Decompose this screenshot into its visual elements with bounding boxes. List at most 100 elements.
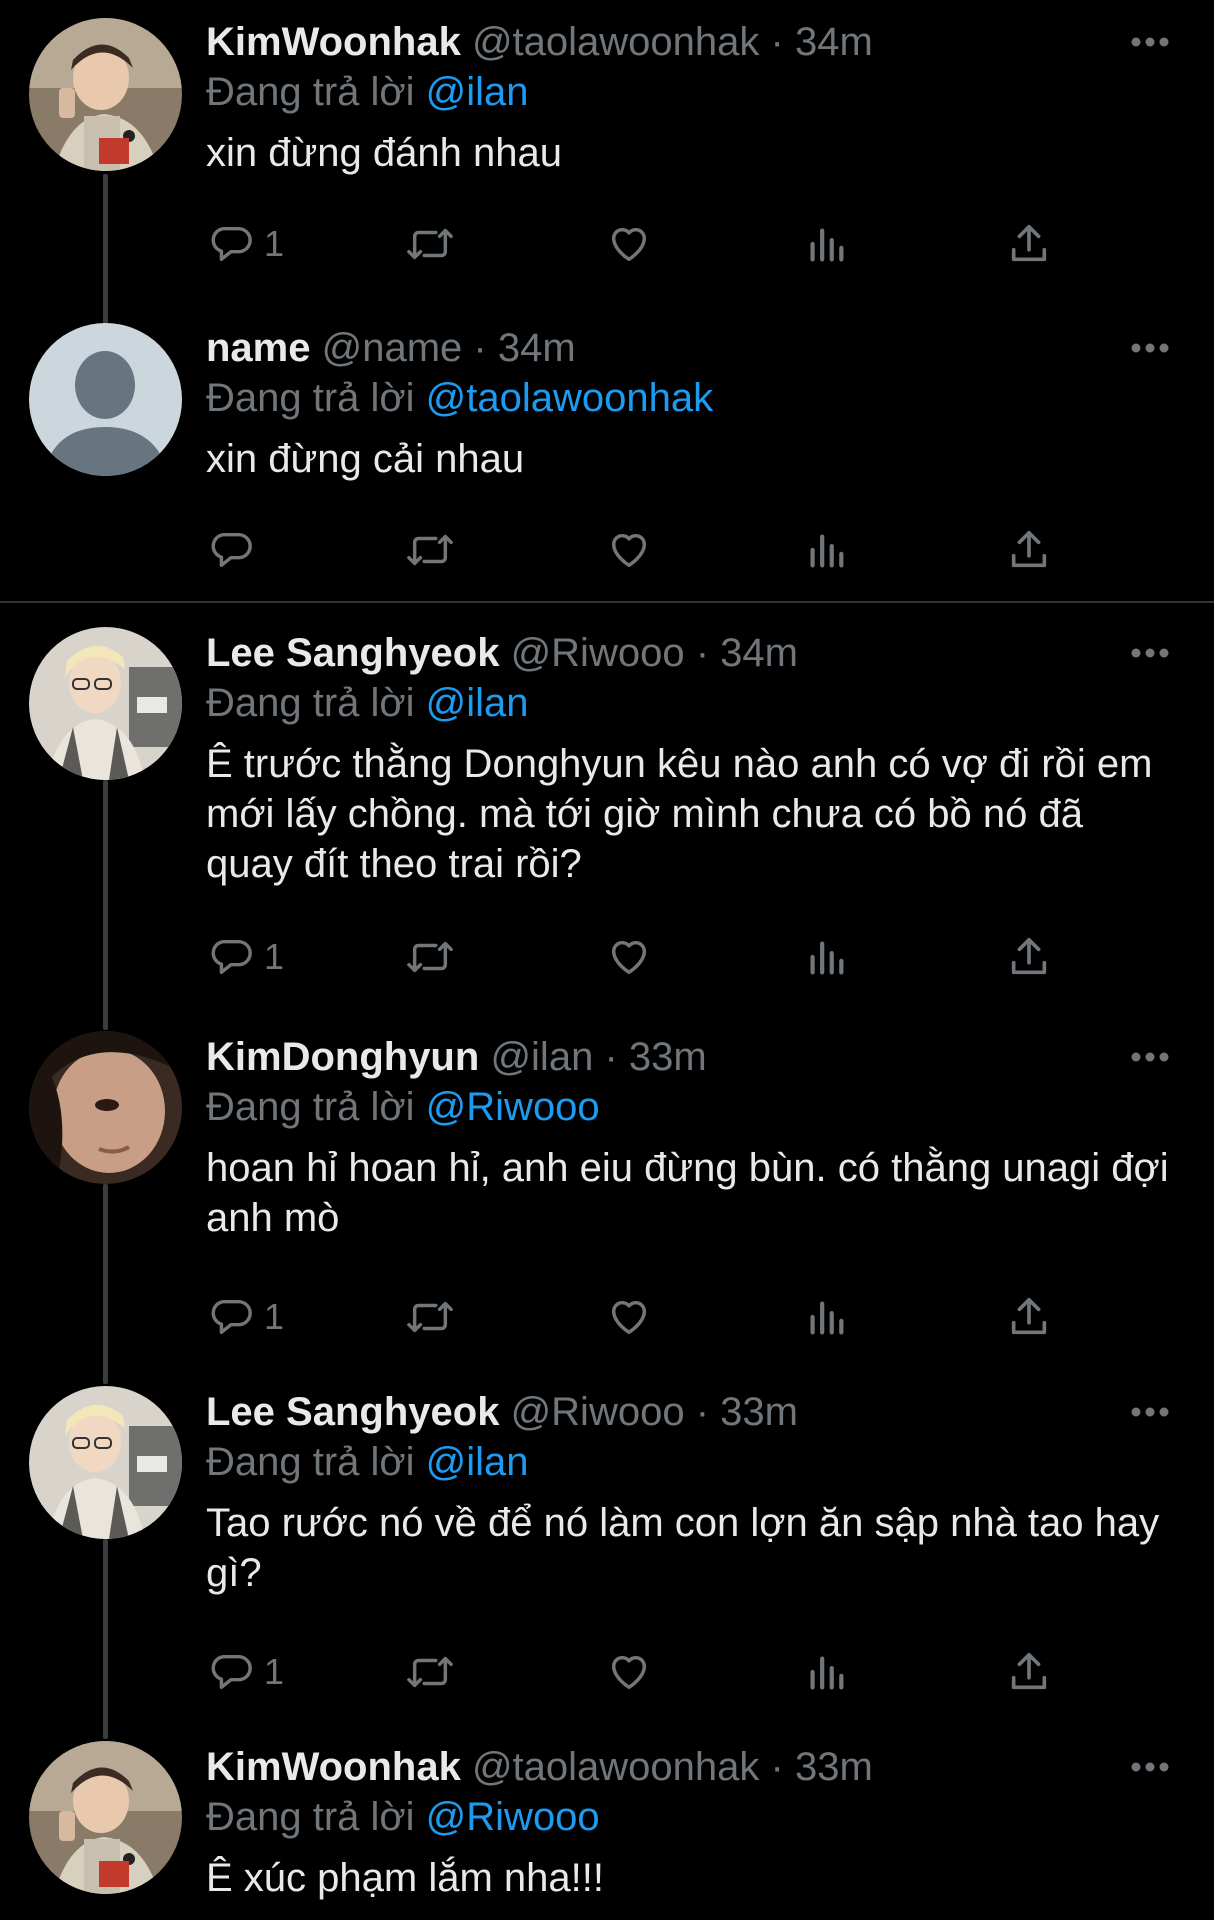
user-handle[interactable]: @taolawoonhak <box>472 20 759 64</box>
replying-to: Đang trả lời @ilan <box>206 675 529 731</box>
retweet-button[interactable] <box>404 1287 456 1347</box>
replying-to-label: Đang trả lời <box>206 681 415 725</box>
timestamp[interactable]: 34m <box>498 326 576 370</box>
more-options-button[interactable] <box>1126 1753 1174 1781</box>
retweet-button[interactable] <box>404 214 456 274</box>
reply-button[interactable]: 1 <box>208 1287 284 1347</box>
tweet[interactable]: KimWoonhak @taolawoonhak · 33m Đang trả … <box>0 1739 1214 1920</box>
more-horizontal-icon <box>1131 1762 1169 1772</box>
avatar[interactable] <box>29 1741 182 1894</box>
action-bar: 1 <box>206 1642 1066 1702</box>
thread-line <box>103 1539 108 1739</box>
user-handle[interactable]: @Riwooo <box>511 631 685 675</box>
share-button[interactable] <box>1006 1287 1052 1347</box>
heart-icon <box>611 227 647 262</box>
timestamp[interactable]: 33m <box>629 1035 707 1079</box>
display-name[interactable]: KimWoonhak <box>206 1745 461 1789</box>
avatar[interactable] <box>29 18 182 171</box>
more-horizontal-icon <box>1131 1407 1169 1417</box>
display-name[interactable]: KimWoonhak <box>206 20 461 64</box>
mention-link[interactable]: @ilan <box>426 1440 529 1484</box>
like-button[interactable] <box>606 214 652 274</box>
reply-button[interactable] <box>208 520 264 580</box>
tweet[interactable]: Lee Sanghyeok @Riwooo · 34m Đang trả lời… <box>0 625 1214 1030</box>
separator-dot: · <box>695 1390 710 1434</box>
mention-link[interactable]: @Riwooo <box>426 1795 600 1839</box>
share-upload-icon <box>1011 530 1047 568</box>
retweet-button[interactable] <box>404 520 456 580</box>
tweet-header: KimWoonhak @taolawoonhak · 34m <box>206 14 873 70</box>
thread-line <box>103 174 108 324</box>
share-button[interactable] <box>1006 214 1052 274</box>
tweet-header: Lee Sanghyeok @Riwooo · 34m <box>206 625 798 681</box>
separator-dot: · <box>770 20 784 64</box>
share-upload-icon <box>1011 224 1047 262</box>
views-button[interactable] <box>806 1287 846 1347</box>
share-button[interactable] <box>1006 927 1052 987</box>
heart-icon <box>611 1300 647 1335</box>
share-button[interactable] <box>1006 1642 1052 1702</box>
tweet[interactable]: KimWoonhak @taolawoonhak · 34m Đang trả … <box>0 14 1214 324</box>
action-bar: 1 <box>206 214 1066 274</box>
heart-icon <box>611 1655 647 1690</box>
views-button[interactable] <box>806 214 846 274</box>
reply-button[interactable]: 1 <box>208 214 284 274</box>
replying-to-label: Đang trả lời <box>206 1440 415 1484</box>
retweet-button[interactable] <box>404 927 456 987</box>
avatar[interactable] <box>29 627 182 780</box>
more-options-button[interactable] <box>1126 1398 1174 1426</box>
reply-bubble-icon <box>211 226 252 262</box>
more-options-button[interactable] <box>1126 639 1174 667</box>
share-button[interactable] <box>1006 520 1052 580</box>
like-button[interactable] <box>606 520 652 580</box>
action-bar: 1 <box>206 927 1066 987</box>
reply-count: 1 <box>264 223 285 264</box>
like-button[interactable] <box>606 927 652 987</box>
more-options-button[interactable] <box>1126 1043 1174 1071</box>
views-button[interactable] <box>806 520 846 580</box>
timestamp[interactable]: 34m <box>795 20 873 64</box>
user-handle[interactable]: @taolawoonhak <box>472 1745 759 1789</box>
timestamp[interactable]: 33m <box>720 1390 798 1434</box>
mention-link[interactable]: @taolawoonhak <box>426 376 713 420</box>
more-options-button[interactable] <box>1126 28 1174 56</box>
display-name[interactable]: KimDonghyun <box>206 1035 479 1079</box>
separator-dot: · <box>770 1745 784 1789</box>
tweet-text: xin đừng cải nhau <box>206 437 525 481</box>
reply-count: 1 <box>264 1296 285 1337</box>
tweet[interactable]: Lee Sanghyeok @Riwooo · 33m Đang trả lời… <box>0 1384 1214 1739</box>
avatar[interactable] <box>29 323 182 476</box>
reply-count: 1 <box>264 936 285 977</box>
retweet-icon <box>407 1656 453 1688</box>
user-handle[interactable]: @ilan <box>490 1035 593 1079</box>
user-handle[interactable]: @name <box>322 326 463 370</box>
retweet-icon <box>407 534 453 566</box>
tweet[interactable]: KimDonghyun @ilan · 33m Đang trả lời @Ri… <box>0 1029 1214 1384</box>
timestamp[interactable]: 34m <box>720 631 798 675</box>
user-handle[interactable]: @Riwooo <box>511 1390 685 1434</box>
avatar[interactable] <box>29 1031 182 1184</box>
display-name[interactable]: name <box>206 326 311 370</box>
reply-bubble-icon <box>211 939 252 975</box>
retweet-button[interactable] <box>404 1642 456 1702</box>
timestamp[interactable]: 33m <box>795 1745 873 1789</box>
mention-link[interactable]: @ilan <box>426 70 529 114</box>
views-button[interactable] <box>806 1642 846 1702</box>
thread-line <box>103 780 108 1030</box>
tweet-header: Lee Sanghyeok @Riwooo · 33m <box>206 1384 798 1440</box>
like-button[interactable] <box>606 1642 652 1702</box>
separator-dot: · <box>695 631 710 675</box>
mention-link[interactable]: @ilan <box>426 681 529 725</box>
reply-button[interactable]: 1 <box>208 927 284 987</box>
display-name[interactable]: Lee Sanghyeok <box>206 631 499 675</box>
more-horizontal-icon <box>1131 1052 1169 1062</box>
like-button[interactable] <box>606 1287 652 1347</box>
more-horizontal-icon <box>1131 343 1169 353</box>
tweet[interactable]: name @name · 34m Đang trả lời @taolawoon… <box>0 320 1214 590</box>
more-options-button[interactable] <box>1126 334 1174 362</box>
avatar[interactable] <box>29 1386 182 1539</box>
mention-link[interactable]: @Riwooo <box>426 1085 600 1129</box>
reply-button[interactable]: 1 <box>208 1642 284 1702</box>
views-button[interactable] <box>806 927 846 987</box>
display-name[interactable]: Lee Sanghyeok <box>206 1390 499 1434</box>
